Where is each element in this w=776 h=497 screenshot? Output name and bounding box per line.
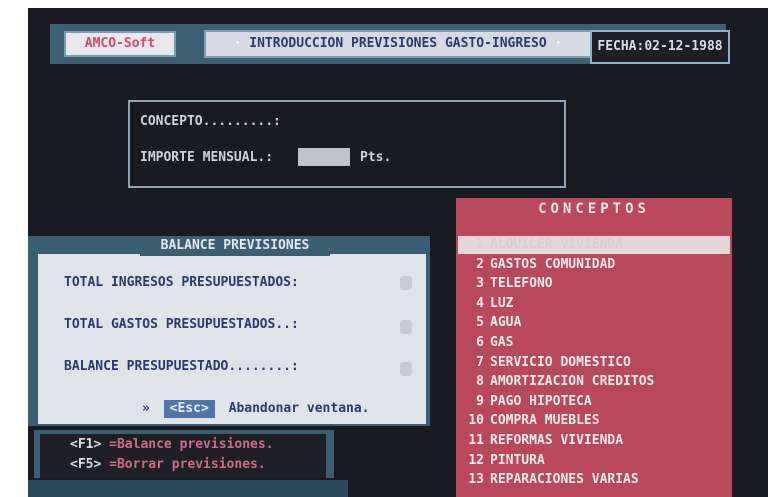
title-prefix: · bbox=[233, 36, 242, 51]
f1-key-row[interactable]: <F1> =Balance previsiones. bbox=[70, 436, 274, 454]
concepto-item[interactable]: 7 SERVICIO DOMESTICO bbox=[458, 354, 730, 372]
concepto-item-label: AMORTIZACION CREDITOS bbox=[490, 374, 655, 390]
concepto-item-number: 10 bbox=[468, 413, 484, 429]
f5-key-row[interactable]: <F5> =Borrar previsiones. bbox=[70, 456, 266, 474]
balance-presupuestado-label: BALANCE PRESUPUESTADO........: bbox=[64, 359, 299, 374]
balance-presupuestado-value bbox=[400, 362, 412, 376]
total-ingresos-label: TOTAL INGRESOS PRESUPUESTADOS: bbox=[64, 275, 299, 290]
concepto-item-number: 12 bbox=[468, 452, 484, 468]
concepto-item-label: SERVICIO DOMESTICO bbox=[490, 354, 631, 370]
concepto-item-number: 7 bbox=[476, 354, 484, 370]
concepto-item-label: ALQUILER VIVIENDA bbox=[490, 237, 624, 252]
esc-hint: » <Esc> Abandonar ventana. bbox=[142, 400, 370, 418]
concepto-item-label: GAS bbox=[490, 335, 514, 350]
concepto-item-label: COMPRA MUEBLES bbox=[490, 413, 600, 429]
concepto-item[interactable]: 9 PAGO HIPOTECA bbox=[458, 393, 730, 411]
total-gastos-row: TOTAL GASTOS PRESUPUESTADOS..: bbox=[64, 312, 434, 338]
dos-screen: AMCO-Soft · INTRODUCCION PREVISIONES GAS… bbox=[28, 8, 768, 497]
total-gastos-value bbox=[400, 320, 412, 334]
total-ingresos-row: TOTAL INGRESOS PRESUPUESTADOS: bbox=[64, 270, 434, 296]
concepto-item[interactable]: 4 LUZ bbox=[458, 295, 730, 313]
esc-action-label: Abandonar ventana. bbox=[228, 401, 370, 416]
date-display: FECHA:02-12-1988 bbox=[590, 30, 730, 64]
concepto-item-label: GASTOS COMUNIDAD bbox=[490, 256, 616, 272]
concepto-item-number: 11 bbox=[468, 433, 484, 448]
esc-key-button[interactable]: <Esc> bbox=[163, 400, 215, 418]
concepto-item-label: AGUA bbox=[490, 315, 522, 331]
concepto-item-number: 2 bbox=[476, 256, 484, 272]
concepto-item-number: 9 bbox=[476, 393, 484, 409]
concepto-item-label: PAGO HIPOTECA bbox=[490, 393, 592, 409]
balance-title: BALANCE PREVISIONES bbox=[140, 236, 330, 256]
date-value: 02-12-1988 bbox=[644, 39, 723, 54]
concepto-item-number: 3 bbox=[476, 276, 484, 292]
concepto-item-number: 6 bbox=[476, 335, 484, 350]
esc-bullet: » bbox=[142, 401, 150, 416]
concepto-item[interactable]: 8 AMORTIZACION CREDITOS bbox=[458, 373, 730, 391]
concepto-item[interactable]: 1 ALQUILER VIVIENDA bbox=[458, 236, 730, 254]
window-title-box: · INTRODUCCION PREVISIONES GASTO-INGRESO… bbox=[204, 30, 592, 58]
concepto-item[interactable]: 13 REPARACIONES VARIAS bbox=[458, 471, 730, 489]
f1-key: <F1> bbox=[70, 437, 102, 452]
concepto-item-number: 5 bbox=[476, 315, 484, 331]
total-gastos-label: TOTAL GASTOS PRESUPUESTADOS..: bbox=[64, 317, 299, 332]
concepto-item-number: 8 bbox=[476, 374, 484, 390]
importe-input[interactable] bbox=[298, 148, 350, 166]
concepto-item-label: PINTURA bbox=[490, 452, 545, 468]
balance-presupuestado-row: BALANCE PRESUPUESTADO........: bbox=[64, 354, 434, 380]
importe-label: IMPORTE MENSUAL.: bbox=[140, 150, 274, 165]
bottom-frame bbox=[28, 480, 348, 497]
total-ingresos-value bbox=[400, 276, 412, 290]
concepto-item[interactable]: 12 PINTURA bbox=[458, 452, 730, 470]
conceptos-title: CONCEPTOS bbox=[538, 201, 650, 217]
window-title-text: INTRODUCCION PREVISIONES GASTO-INGRESO bbox=[249, 36, 547, 51]
concepto-item[interactable]: 6 GAS bbox=[458, 334, 730, 352]
f1-key-desc: =Balance previsiones. bbox=[109, 437, 274, 452]
window-title: · INTRODUCCION PREVISIONES GASTO-INGRESO… bbox=[206, 32, 590, 56]
importe-unit: Pts. bbox=[360, 150, 392, 165]
concepto-item-label: LUZ bbox=[490, 295, 514, 311]
concepto-item-label: TELEFONO bbox=[490, 276, 553, 292]
concepto-item[interactable]: 5 AGUA bbox=[458, 314, 730, 332]
f5-key-desc: =Borrar previsiones. bbox=[109, 457, 266, 472]
f5-key: <F5> bbox=[70, 457, 102, 472]
concepto-item[interactable]: 11 REFORMAS VIVIENDA bbox=[458, 432, 730, 450]
concepto-item-label: REPARACIONES VARIAS bbox=[490, 472, 639, 488]
title-suffix: · bbox=[554, 36, 563, 51]
concepto-item-number: 13 bbox=[468, 472, 484, 488]
concepto-item-label: REFORMAS VIVIENDA bbox=[490, 433, 624, 448]
concepto-item[interactable]: 2 GASTOS COMUNIDAD bbox=[458, 256, 730, 274]
concepto-item-number: 1 bbox=[476, 237, 484, 252]
date-label: FECHA: bbox=[597, 39, 645, 54]
concepto-item[interactable]: 3 TELEFONO bbox=[458, 275, 730, 293]
concepto-item-number: 4 bbox=[476, 295, 484, 311]
concepto-label: CONCEPTO.........: bbox=[140, 114, 281, 129]
concepto-item[interactable]: 10 COMPRA MUEBLES bbox=[458, 412, 730, 430]
app-logo: AMCO-Soft bbox=[64, 31, 176, 57]
